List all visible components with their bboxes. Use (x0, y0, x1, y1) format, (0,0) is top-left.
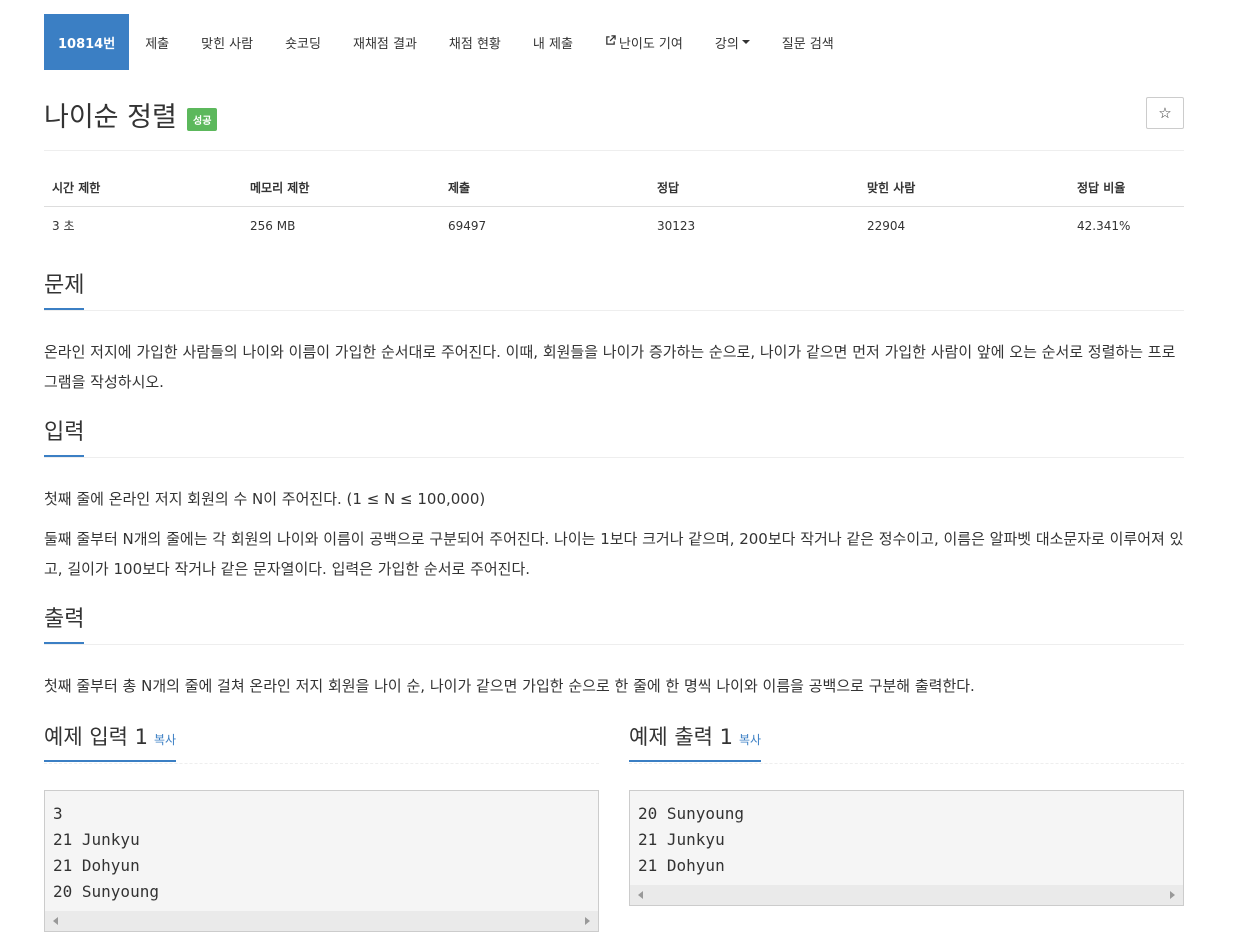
sample-input-title-text: 예제 입력 1 (44, 725, 148, 749)
nav-label: 채점 현황 (448, 36, 501, 52)
sample-input-header: 예제 입력 1 복사 (44, 723, 599, 764)
nav-short-coding[interactable]: 숏코딩 (269, 14, 337, 70)
sample-output-header: 예제 출력 1 복사 (629, 723, 1184, 764)
input-description-line1: 첫째 줄에 온라인 저지 회원의 수 N이 주어진다. (1 ≤ N ≤ 100… (44, 490, 486, 508)
info-header-row: 시간 제한 메모리 제한 제출 정답 맞힌 사람 정답 비율 (44, 169, 1184, 207)
nav-label: 질문 검색 (781, 36, 834, 52)
nav-problem-number[interactable]: 10814번 (44, 14, 130, 70)
scroll-right-icon[interactable] (585, 917, 590, 925)
info-header-accept-ratio: 정답 비율 (1069, 169, 1184, 207)
info-header-time-limit: 시간 제한 (44, 169, 242, 207)
nav-rejudge-results[interactable]: 재채점 결과 (337, 14, 433, 70)
problem-heading: 문제 (44, 272, 85, 310)
info-value-row: 3 초 256 MB 69497 30123 22904 42.341% (44, 207, 1184, 245)
output-heading: 출력 (44, 606, 85, 644)
nav-status[interactable]: 채점 현황 (433, 14, 517, 70)
problem-section-header: 문제 (44, 270, 1184, 311)
scroll-left-icon[interactable] (638, 891, 643, 899)
input-section-header: 입력 (44, 417, 1184, 458)
problem-header: 나이순 정렬 성공 ☆ (44, 70, 1184, 151)
nav-label: 제출 (145, 36, 170, 52)
output-description: 첫째 줄부터 총 N개의 줄에 걸쳐 온라인 저지 회원을 나이 순, 나이가 … (44, 677, 975, 695)
sample-output-box: 20 Sunyoung 21 Junkyu 21 Dohyun (629, 790, 1184, 906)
nav-label: 강의 (714, 36, 739, 52)
nav-solved-users[interactable]: 맞힌 사람 (185, 14, 269, 70)
info-time-limit: 3 초 (52, 219, 75, 233)
sample-output-title: 예제 출력 1 복사 (629, 723, 762, 762)
nav-difficulty-contribution[interactable]: 난이도 기여 (589, 14, 699, 70)
nav-label: 내 제출 (532, 36, 573, 52)
problem-nav: 10814번 제출 맞힌 사람 숏코딩 재채점 결과 채점 현황 내 제출 난이… (44, 14, 1184, 70)
info-accepted: 30123 (657, 218, 696, 233)
nav-question-search[interactable]: 질문 검색 (766, 14, 850, 70)
favorite-button[interactable]: ☆ (1146, 97, 1184, 129)
sample-output: 예제 출력 1 복사 20 Sunyoung 21 Junkyu 21 Dohyu… (629, 723, 1184, 932)
info-accept-ratio: 42.341% (1077, 218, 1131, 233)
nav-lectures-dropdown[interactable]: 강의 (699, 14, 766, 70)
nav-my-submissions[interactable]: 내 제출 (517, 14, 589, 70)
horizontal-scrollbar[interactable] (630, 885, 1183, 905)
sample-output-text: 20 Sunyoung 21 Junkyu 21 Dohyun (638, 804, 744, 875)
nav-label: 숏코딩 (285, 36, 321, 52)
sample-input-text: 3 21 Junkyu 21 Dohyun 20 Sunyoung (53, 804, 159, 901)
nav-label: 맞힌 사람 (201, 36, 254, 52)
info-memory-limit: 256 MB (250, 218, 296, 233)
info-submissions: 69497 (448, 218, 487, 233)
horizontal-scrollbar[interactable] (45, 911, 598, 931)
sample-input-box: 3 21 Junkyu 21 Dohyun 20 Sunyoung (44, 790, 599, 932)
scroll-left-icon[interactable] (53, 917, 58, 925)
info-header-solved-users: 맞힌 사람 (859, 169, 1069, 207)
output-section-header: 출력 (44, 604, 1184, 645)
caret-down-icon (741, 40, 750, 44)
examples-row: 예제 입력 1 복사 3 21 Junkyu 21 Dohyun 20 Sunyo… (44, 723, 1184, 932)
info-header-submissions: 제출 (440, 169, 649, 207)
nav-label: 난이도 기여 (618, 36, 683, 52)
nav-label: 10814번 (58, 36, 116, 52)
copy-output-link[interactable]: 복사 (739, 733, 761, 747)
sample-input-title: 예제 입력 1 복사 (44, 723, 177, 762)
nav-label: 재채점 결과 (352, 36, 417, 52)
problem-title: 나이순 정렬 (44, 102, 177, 133)
info-header-memory-limit: 메모리 제한 (242, 169, 440, 207)
problem-description: 온라인 저지에 가입한 사람들의 나이와 이름이 가입한 순서대로 주어진다. … (44, 343, 1176, 391)
info-solved-users: 22904 (867, 218, 906, 233)
sample-input: 예제 입력 1 복사 3 21 Junkyu 21 Dohyun 20 Sunyo… (44, 723, 599, 932)
info-header-accepted: 정답 (649, 169, 859, 207)
problem-info-table: 시간 제한 메모리 제한 제출 정답 맞힌 사람 정답 비율 3 초 256 M… (44, 169, 1184, 244)
star-icon: ☆ (1158, 104, 1172, 122)
external-link-icon (605, 35, 616, 49)
input-description-line2: 둘째 줄부터 N개의 줄에는 각 회원의 나이와 이름이 공백으로 구분되어 주… (44, 530, 1184, 578)
status-badge: 성공 (187, 108, 218, 131)
input-heading: 입력 (44, 419, 85, 457)
nav-submit[interactable]: 제출 (129, 14, 185, 70)
scroll-right-icon[interactable] (1170, 891, 1175, 899)
sample-output-title-text: 예제 출력 1 (629, 725, 733, 749)
copy-input-link[interactable]: 복사 (154, 733, 176, 747)
